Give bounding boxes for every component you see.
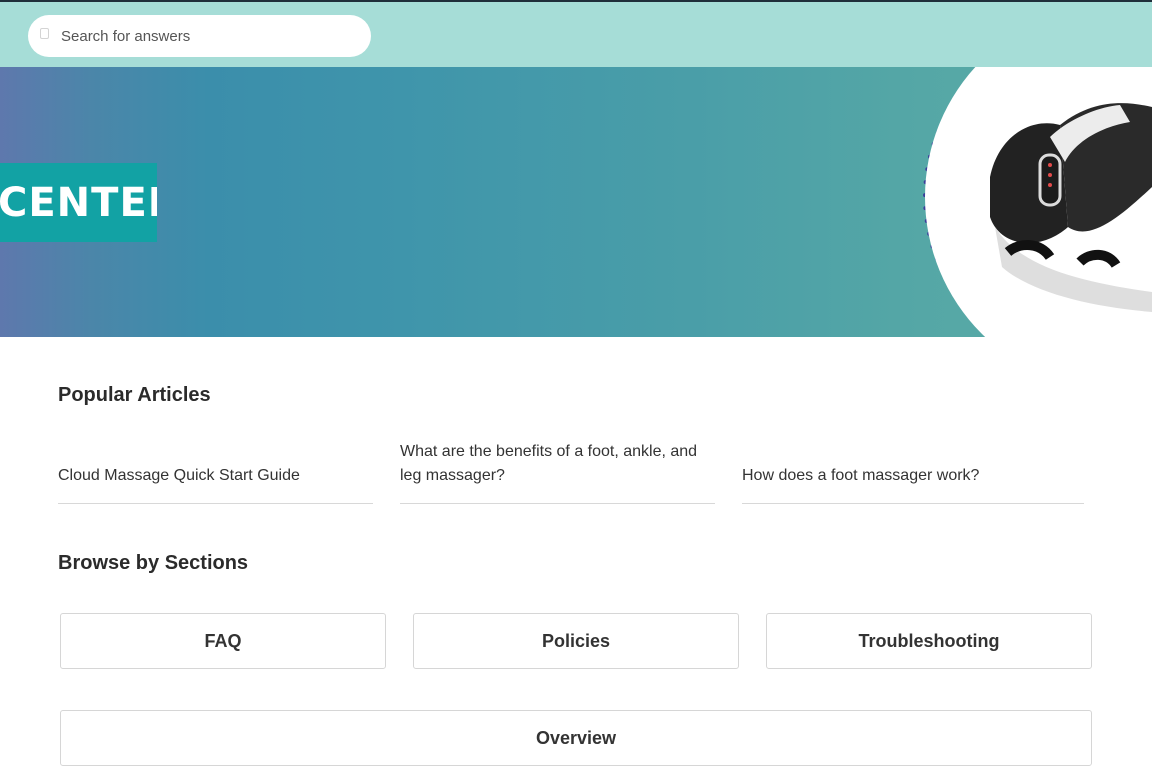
article-link[interactable]: Cloud Massage Quick Start Guide: [58, 436, 373, 504]
top-bar: [0, 0, 1152, 67]
search-box[interactable]: [28, 15, 371, 57]
browse-sections-heading: Browse by Sections: [58, 552, 249, 574]
popular-articles-heading: Popular Articles: [58, 384, 211, 406]
article-link[interactable]: How does a foot massager work?: [742, 436, 1084, 504]
section-card-overview[interactable]: Overview: [60, 710, 1092, 766]
search-icon: [40, 27, 49, 39]
hero-title-badge: CENTER: [0, 163, 157, 242]
hero-banner: CENTER: [0, 67, 1152, 337]
article-link[interactable]: What are the benefits of a foot, ankle, …: [400, 436, 715, 504]
product-image: [923, 67, 1152, 337]
hero-title: CENTER: [0, 179, 157, 226]
section-card-faq[interactable]: FAQ: [60, 613, 386, 669]
section-card-policies[interactable]: Policies: [413, 613, 739, 669]
search-input[interactable]: [59, 26, 353, 46]
section-card-troubleshooting[interactable]: Troubleshooting: [766, 613, 1092, 669]
